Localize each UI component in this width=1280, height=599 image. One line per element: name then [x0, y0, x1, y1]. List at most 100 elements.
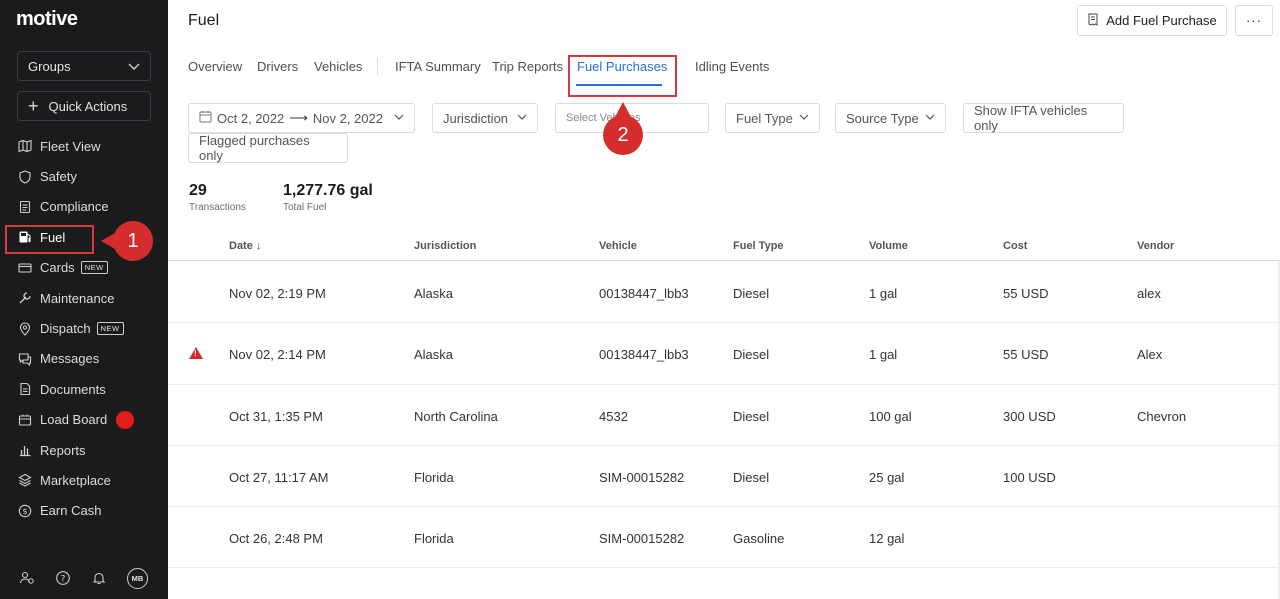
tab-overview[interactable]: Overview [188, 59, 242, 74]
cell-cost: 300 USD [1003, 408, 1056, 424]
help-icon[interactable]: ? [55, 570, 71, 586]
cell-cost: 55 USD [1003, 347, 1049, 363]
warning-icon[interactable] [189, 347, 203, 360]
chat-icon [18, 352, 32, 366]
total-fuel-value: 1,277.76 gal [283, 182, 373, 199]
groups-label: Groups [28, 58, 71, 74]
table-row[interactable]: Oct 31, 1:35 PM North Carolina 4532 Dies… [168, 385, 1280, 446]
bar-chart-icon [18, 443, 32, 457]
sidebar-item-safety[interactable]: Safety [0, 161, 168, 191]
dollar-icon: $ [18, 504, 32, 518]
date-start: Oct 2, 2022 [217, 110, 285, 126]
tab-drivers[interactable]: Drivers [257, 59, 298, 74]
bell-icon[interactable] [91, 570, 107, 586]
date-range-picker[interactable]: Oct 2, 2022 ⟶ Nov 2, 2022 [188, 103, 415, 133]
clipboard-icon [18, 200, 32, 214]
receipt-icon [1087, 13, 1099, 29]
source-type-dropdown[interactable]: Source Type [835, 103, 946, 133]
table-row[interactable]: Oct 27, 11:17 AM Florida SIM-00015282 Di… [168, 446, 1280, 508]
jurisdiction-dropdown[interactable]: Jurisdiction [432, 103, 538, 133]
column-fuel-type[interactable]: Fuel Type [733, 240, 784, 252]
more-options-button[interactable]: ··· [1235, 5, 1273, 36]
location-pin-icon [18, 321, 32, 336]
tab-vehicles[interactable]: Vehicles [314, 59, 362, 74]
callout-marker-2: 2 [603, 102, 643, 155]
calendar-icon [199, 110, 212, 126]
cell-date: Oct 31, 1:35 PM [229, 408, 323, 424]
fuel-purchases-highlight-box [568, 55, 677, 97]
sidebar-item-label: Safety [40, 169, 77, 185]
sidebar: motive Groups + Quick Actions Fleet View… [0, 0, 168, 599]
cell-date: Oct 26, 2:48 PM [229, 531, 323, 547]
motive-logo[interactable]: motive [16, 8, 78, 31]
flagged-purchases-toggle[interactable]: Flagged purchases only [188, 133, 348, 163]
sidebar-item-earn-cash[interactable]: $ Earn Cash [0, 496, 168, 526]
fuel-type-dropdown[interactable]: Fuel Type [725, 103, 820, 133]
cell-date: Nov 02, 2:14 PM [229, 347, 326, 363]
sidebar-item-load-board[interactable]: Load Board [0, 405, 168, 435]
jurisdiction-label: Jurisdiction [443, 110, 509, 126]
sidebar-item-reports[interactable]: Reports [0, 435, 168, 465]
avatar[interactable]: MB [127, 567, 148, 589]
svg-text:$: $ [22, 507, 27, 516]
sidebar-item-marketplace[interactable]: Marketplace [0, 465, 168, 495]
sidebar-item-fleet-view[interactable]: Fleet View [0, 131, 168, 161]
show-ifta-vehicles-toggle[interactable]: Show IFTA vehicles only [963, 103, 1124, 133]
chevron-down-icon [517, 113, 527, 124]
table-header: Date ↓ Jurisdiction Vehicle Fuel Type Vo… [168, 233, 1280, 261]
table-row[interactable]: Nov 02, 2:14 PM Alaska 00138447_lbb3 Die… [168, 323, 1280, 385]
groups-dropdown[interactable]: Groups [17, 51, 151, 81]
cell-cost: 100 USD [1003, 469, 1056, 485]
date-arrow: ⟶ [289, 110, 308, 125]
column-vendor[interactable]: Vendor [1137, 240, 1174, 252]
chevron-down-icon [394, 113, 404, 124]
sidebar-item-documents[interactable]: Documents [0, 374, 168, 404]
cell-vehicle: 00138447_lbb3 [599, 347, 689, 363]
cell-fuel-type: Gasoline [733, 531, 785, 547]
tab-ifta-summary[interactable]: IFTA Summary [395, 59, 481, 74]
cell-jurisdiction: Alaska [414, 347, 454, 363]
tab-idling-events[interactable]: Idling Events [695, 59, 769, 74]
cell-date: Nov 02, 2:19 PM [229, 286, 326, 301]
sidebar-item-maintenance[interactable]: Maintenance [0, 283, 168, 313]
sidebar-item-messages[interactable]: Messages [0, 344, 168, 374]
source-type-label: Source Type [846, 110, 919, 126]
sidebar-item-dispatch[interactable]: Dispatch NEW [0, 313, 168, 343]
cell-fuel-type: Diesel [733, 408, 770, 424]
total-fuel-label: Total Fuel [283, 202, 327, 213]
sidebar-nav: Fleet View Safety Compliance Fuel Cards … [0, 131, 168, 526]
table-row[interactable]: Nov 02, 2:19 PM Alaska 00138447_lbb3 Die… [168, 262, 1280, 324]
column-vehicle[interactable]: Vehicle [599, 240, 637, 252]
column-cost[interactable]: Cost [1003, 240, 1027, 252]
load-board-icon [18, 413, 32, 427]
sidebar-item-label: Cards [40, 260, 75, 276]
cell-jurisdiction: Florida [414, 469, 454, 485]
sidebar-item-label: Marketplace [40, 472, 111, 488]
tab-trip-reports[interactable]: Trip Reports [492, 59, 563, 74]
cell-volume: 25 gal [869, 469, 905, 485]
svg-text:?: ? [61, 574, 66, 584]
table-row[interactable]: Oct 26, 2:48 PM Florida SIM-00015282 Gas… [168, 507, 1280, 569]
sidebar-item-label: Fleet View [40, 138, 101, 154]
chevron-down-icon [925, 113, 935, 124]
sidebar-item-label: Maintenance [40, 290, 115, 306]
quick-actions-button[interactable]: + Quick Actions [17, 91, 151, 121]
users-icon[interactable] [19, 570, 35, 586]
add-fuel-purchase-button[interactable]: Add Fuel Purchase [1077, 5, 1227, 36]
cell-vendor: alex [1137, 286, 1161, 301]
flagged-purchases-label: Flagged purchases only [199, 133, 310, 163]
sidebar-item-label: Reports [40, 442, 86, 458]
column-date[interactable]: Date ↓ [229, 240, 261, 252]
new-badge: NEW [80, 261, 108, 275]
column-volume[interactable]: Volume [869, 240, 908, 252]
transactions-label: Transactions [189, 202, 246, 213]
cell-jurisdiction: Florida [414, 531, 454, 547]
column-jurisdiction[interactable]: Jurisdiction [414, 240, 476, 252]
fuel-type-label: Fuel Type [736, 110, 793, 126]
notification-dot [116, 410, 135, 429]
sidebar-item-label: Compliance [40, 199, 109, 215]
cell-fuel-type: Diesel [733, 347, 770, 363]
sidebar-item-compliance[interactable]: Compliance [0, 192, 168, 222]
cell-volume: 12 gal [869, 531, 905, 547]
cell-volume: 100 gal [869, 408, 912, 424]
